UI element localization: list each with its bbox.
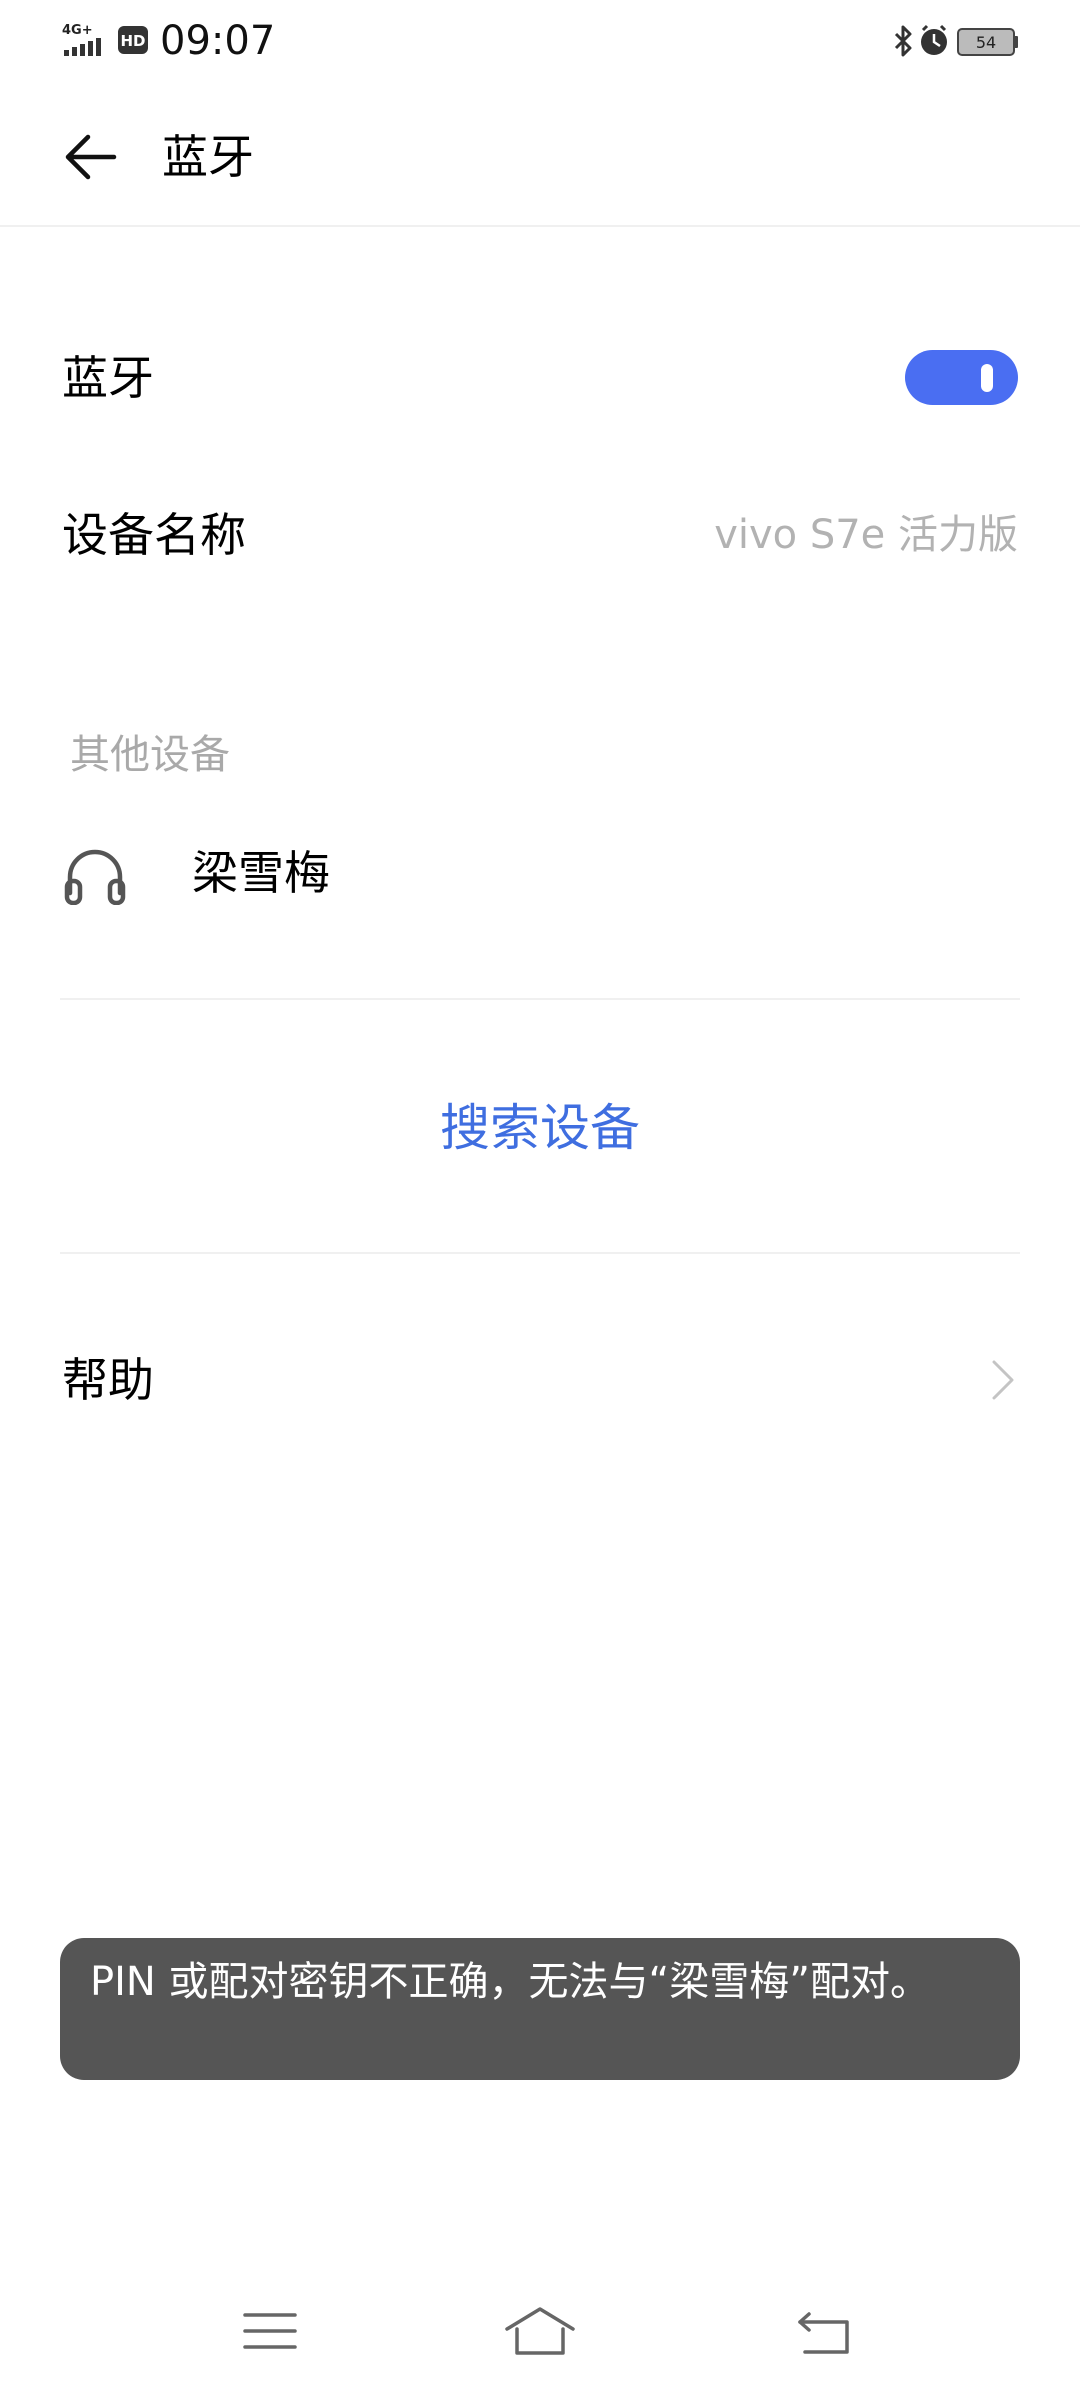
nav-home-button[interactable] [503, 2305, 577, 2357]
headphones-icon [62, 845, 128, 906]
bluetooth-toggle[interactable] [905, 350, 1018, 405]
toggle-knob [981, 364, 993, 392]
search-devices-button[interactable]: 搜索设备 [0, 1095, 1080, 1161]
help-row[interactable] [40, 1320, 1020, 1440]
device-name-label: 设备名称 [62, 508, 246, 562]
device-name-value[interactable]: vivo S7e 活力版 [714, 510, 1018, 560]
alarm-icon [921, 24, 947, 55]
page-title: 蓝牙 [162, 130, 254, 184]
menu-icon [243, 2313, 297, 2349]
hd-icon: HD [118, 26, 148, 54]
toast-message: PIN 或配对密钥不正确，无法与“梁雪梅”配对。 [60, 1938, 1020, 2080]
bluetooth-icon [894, 25, 912, 57]
help-label: 帮助 [62, 1353, 154, 1407]
nav-menu-button[interactable] [240, 2310, 300, 2352]
device-item[interactable] [40, 820, 1020, 930]
chevron-right-icon [990, 1358, 1016, 1402]
svg-text:54: 54 [976, 33, 996, 52]
device-item-label: 梁雪梅 [192, 846, 330, 900]
home-icon [505, 2307, 575, 2355]
other-devices-header: 其他设备 [70, 732, 230, 778]
signal-icon: 4G+ [62, 23, 101, 56]
battery-icon: 54 [957, 28, 1018, 56]
back-button[interactable] [58, 122, 128, 192]
bluetooth-label: 蓝牙 [62, 351, 154, 405]
svg-text:HD: HD [120, 32, 145, 50]
arrow-left-icon [65, 134, 117, 180]
header-divider [0, 225, 1080, 227]
status-time: 09:07 [160, 18, 276, 64]
divider [60, 1252, 1020, 1254]
toast-text: PIN 或配对密钥不正确，无法与“梁雪梅”配对。 [90, 1959, 930, 2005]
back-icon [798, 2312, 849, 2354]
status-left-icons: 4G+ HD [62, 20, 152, 64]
status-right-icons: 54 [890, 22, 1020, 66]
svg-text:4G+: 4G+ [62, 23, 93, 38]
nav-back-button[interactable] [795, 2310, 855, 2356]
divider [60, 998, 1020, 1000]
